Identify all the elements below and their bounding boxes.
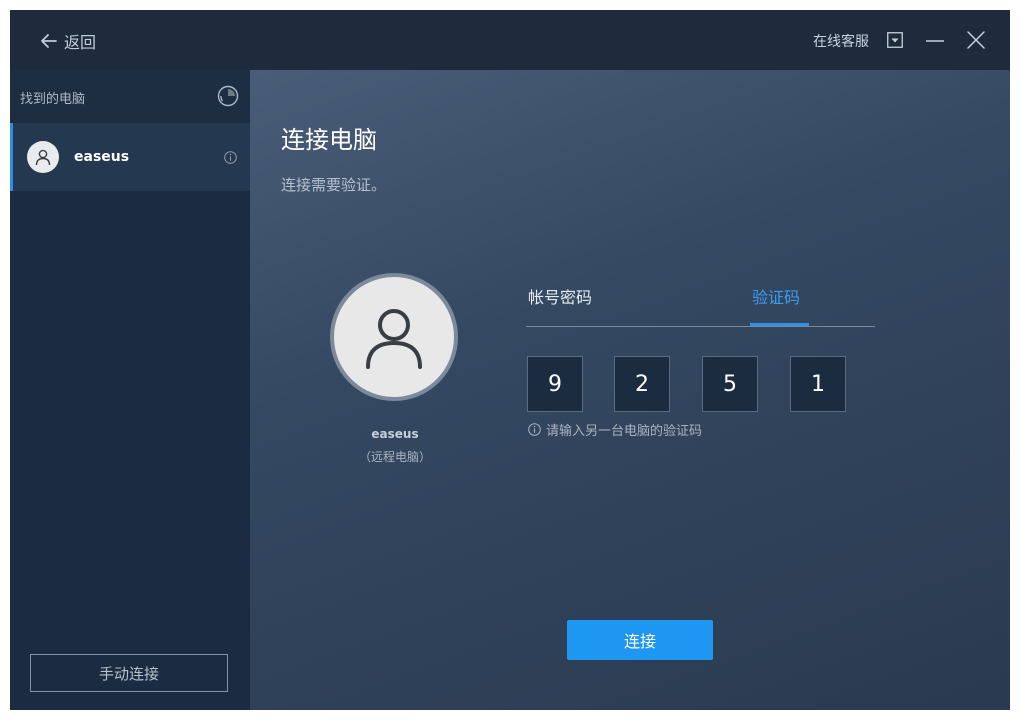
minimize-icon[interactable]	[926, 39, 944, 43]
code-digit-3[interactable]: 5	[702, 356, 758, 412]
code-digit-4[interactable]: 1	[790, 356, 846, 412]
remote-computer-type: （远程电脑）	[358, 450, 431, 464]
tab-verification-code[interactable]: 验证码	[752, 284, 800, 308]
code-digit-2[interactable]: 2	[614, 356, 670, 412]
computer-list-item[interactable]: easeus	[10, 123, 250, 191]
back-button[interactable]: 返回	[40, 29, 96, 53]
active-tab-indicator	[750, 323, 809, 326]
code-hint: 请输入另一台电脑的验证码	[528, 420, 702, 439]
code-digit-1[interactable]: 9	[527, 356, 583, 412]
title-bar: 返回 在线客服	[10, 10, 1010, 70]
computer-avatar	[27, 141, 59, 173]
dropdown-menu-icon[interactable]	[887, 32, 903, 48]
page-subtitle: 连接需要验证。	[281, 176, 387, 194]
sidebar: 找到的电脑 easeus 手动连接	[10, 70, 250, 710]
refresh-icon[interactable]	[217, 85, 239, 107]
remote-computer-name: easeus	[371, 427, 419, 441]
connect-button[interactable]: 连接	[567, 620, 713, 660]
info-icon	[528, 423, 541, 436]
tab-divider	[526, 326, 875, 327]
info-icon[interactable]	[224, 151, 237, 164]
computer-name: easeus	[74, 149, 130, 165]
code-hint-text: 请输入另一台电脑的验证码	[546, 424, 703, 439]
online-support-link[interactable]: 在线客服	[813, 31, 869, 51]
user-icon	[35, 149, 51, 166]
remote-computer-avatar	[330, 273, 458, 401]
arrow-left-icon	[41, 34, 57, 48]
main-panel: 连接电脑 连接需要验证。 easeus （远程电脑） 帐号密码 验证码 9 2 …	[250, 70, 1010, 710]
sidebar-header: 找到的电脑	[10, 70, 250, 122]
user-icon	[366, 309, 422, 369]
app-window: 返回 在线客服 找到的电脑 easeus 手动连接 连接电脑 连接需要验证。 e…	[10, 10, 1010, 710]
manual-connect-button[interactable]: 手动连接	[30, 654, 228, 692]
back-label: 返回	[64, 33, 97, 52]
tab-account-password[interactable]: 帐号密码	[528, 284, 592, 308]
found-computers-label: 找到的电脑	[20, 92, 86, 107]
close-icon[interactable]	[967, 31, 985, 49]
page-title: 连接电脑	[281, 126, 377, 154]
